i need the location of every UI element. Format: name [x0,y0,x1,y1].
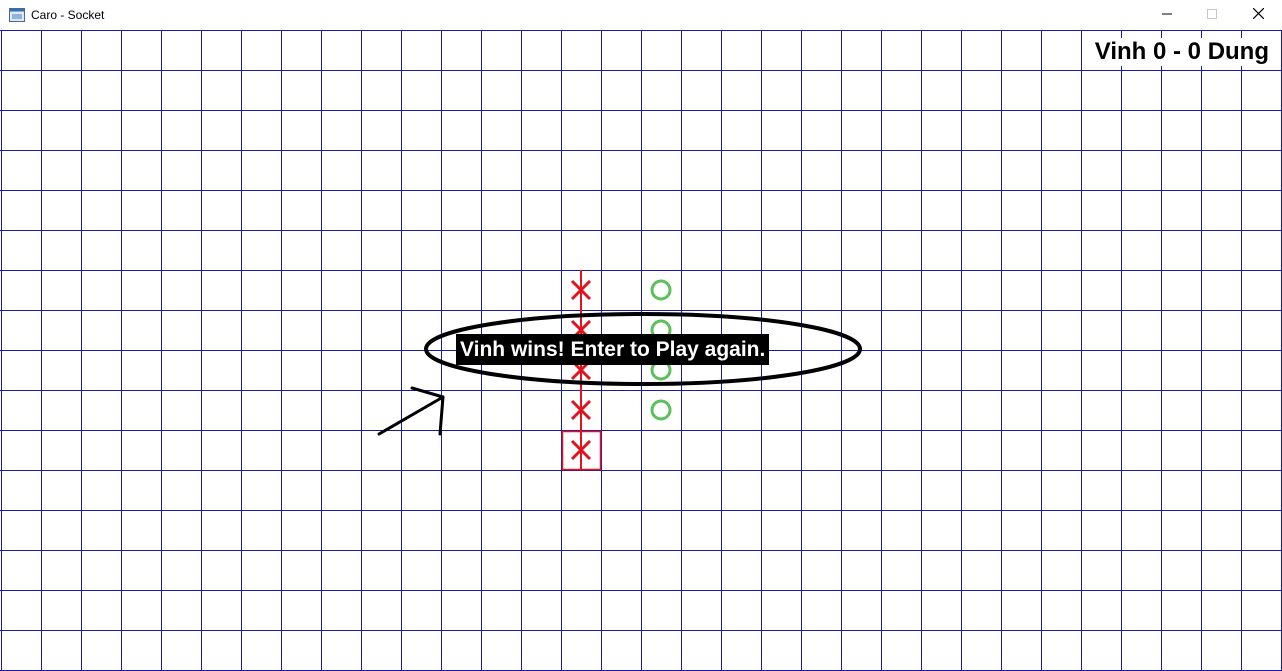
pointer-arrow [377,386,445,436]
close-button[interactable] [1235,0,1281,30]
minimize-icon [1162,6,1172,24]
o-mark [650,279,672,301]
window-app-icon [9,7,25,23]
board-marks [561,279,672,471]
o-mark [650,399,672,421]
title-bar[interactable]: Caro - Socket [0,0,1282,30]
maximize-icon [1207,6,1217,24]
scoreboard: Vinh 0 - 0 Dung [1092,38,1271,66]
game-window: Caro - Socket Vinh 0 - 0 Dung Vinh wins!… [0,0,1282,671]
maximize-button[interactable] [1189,0,1235,30]
win-message: Vinh wins! Enter to Play again. [456,334,770,365]
window-title: Caro - Socket [31,8,105,22]
minimize-button[interactable] [1144,0,1190,30]
close-icon [1252,6,1264,24]
